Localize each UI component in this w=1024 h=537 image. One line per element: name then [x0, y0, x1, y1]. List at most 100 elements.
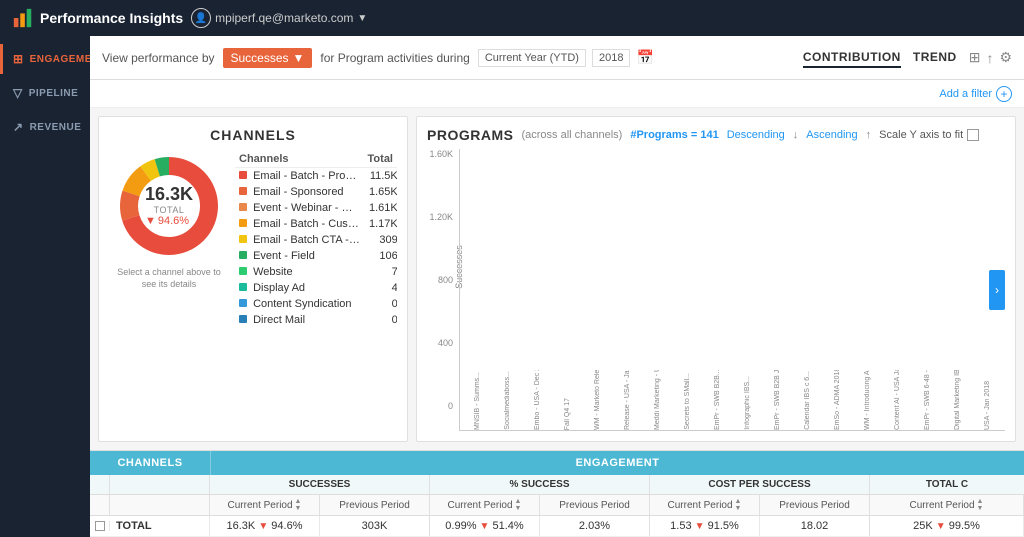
period-cost-current: Current Period ▲▼	[650, 495, 760, 515]
channel-color-dot	[239, 171, 247, 179]
sort-arrows-1[interactable]: ▲▼	[295, 498, 302, 512]
bar-label: MNSIB - Summs...	[474, 372, 481, 430]
user-menu-icon[interactable]: ▼	[357, 13, 367, 24]
sub-channels-header	[110, 475, 210, 494]
channel-data-table: Channels Total	[235, 151, 397, 168]
bar-group[interactable]: WM - Introducing APAC...	[854, 368, 881, 430]
export-icon[interactable]: ↑	[986, 50, 993, 66]
logo-icon	[12, 7, 34, 29]
tab-contribution[interactable]: CONTRIBUTION	[803, 48, 901, 68]
bar-group[interactable]: MNSIB - Summs...	[464, 370, 491, 430]
settings-icon[interactable]: ⚙	[999, 49, 1012, 66]
sidebar: ⊞ ENGAGEMENT ▽ PIPELINE ↗ REVENUE	[0, 36, 90, 537]
ascending-sort[interactable]: Ascending	[806, 129, 857, 141]
bar-group[interactable]: Digital Marketing IBS...	[944, 368, 971, 430]
channel-row[interactable]: Email - Batch CTA - Prospect 309	[235, 232, 397, 248]
scale-label: Scale Y axis to fit	[879, 129, 963, 141]
user-info: 👤 mpiperf.qe@marketo.com ▼	[191, 8, 367, 28]
channel-name: Content Syndication	[253, 298, 351, 310]
bar-label: WM - Introducing APAC...	[864, 370, 871, 430]
period-label: Current Year (YTD)	[478, 49, 586, 67]
tab-trend[interactable]: TREND	[913, 48, 957, 68]
sort-down-icon: ↓	[793, 129, 799, 141]
bar-group[interactable]: Calendar IBS c 6...	[794, 369, 821, 430]
channel-value: 309	[365, 232, 397, 248]
sub-total-header: TOTAL C	[870, 475, 1024, 494]
metric-select[interactable]: Successes ▼	[223, 48, 313, 68]
bar-group[interactable]: WM - Marketo Release...	[584, 368, 611, 430]
bar-group[interactable]: Meddi Marketing - USA...	[644, 368, 671, 430]
bar-group[interactable]: Release - USA - Jan 2018	[614, 368, 641, 430]
programs-title: PROGRAMS	[427, 127, 513, 143]
channel-row[interactable]: Website 7	[235, 264, 397, 280]
donut-pct: 94.6%	[158, 215, 189, 227]
col-header-total: Total	[337, 151, 397, 168]
period-successes-current: Current Period ▲▼	[210, 495, 320, 515]
channel-name: Event - Webinar - Marketo	[253, 202, 365, 214]
sidebar-item-engagement[interactable]: ⊞ ENGAGEMENT	[0, 44, 90, 74]
scale-control: Scale Y axis to fit	[879, 129, 979, 141]
bar-label: Infographic IBS...	[744, 376, 751, 430]
channel-value: 106	[365, 248, 397, 264]
bar-group[interactable]: Socialmediaboss...	[494, 369, 521, 430]
sort-arrows-2[interactable]: ▲▼	[515, 498, 522, 512]
channel-value: 11.5K	[365, 168, 397, 184]
for-label: for Program activities during	[320, 51, 469, 65]
bar-label: EmSo - ADMA 2018...	[834, 370, 841, 430]
bar-group[interactable]: EmPr - SWB B2B...	[704, 368, 731, 430]
channel-name: Email - Batch CTA - Prospect	[253, 234, 365, 246]
sidebar-item-pipeline[interactable]: ▽ PIPELINE	[0, 78, 90, 108]
total-label: TOTAL	[110, 516, 210, 536]
bar-group[interactable]: Infographic IBS...	[734, 374, 761, 430]
channel-row[interactable]: Direct Mail 0	[235, 312, 397, 328]
channel-row[interactable]: Display Ad 4	[235, 280, 397, 296]
period-channels-spacer	[110, 495, 210, 515]
programs-subtitle: (across all channels)	[521, 129, 622, 141]
channel-scroll[interactable]: Email - Batch - Prospect 11.5K Email - S…	[235, 168, 397, 348]
bar-group[interactable]: EmSo - ADMA 2018...	[824, 368, 851, 430]
bar-label: Fall Q4 17	[564, 398, 571, 430]
calendar-icon[interactable]: 📅	[636, 49, 653, 66]
channel-row[interactable]: Email - Sponsored 1.65K	[235, 184, 397, 200]
grid-view-icon[interactable]: ⊞	[969, 49, 981, 66]
channel-color-dot	[239, 203, 247, 211]
bar-group[interactable]: USA - Jan 2018	[974, 379, 1001, 430]
descending-sort[interactable]: Descending	[727, 129, 785, 141]
channel-row[interactable]: Email - Batch - Prospect 11.5K	[235, 168, 397, 184]
add-filter-button[interactable]: +	[996, 86, 1012, 102]
bar-label: EmPr - SWB B2B...	[714, 370, 721, 430]
channel-value: 7	[365, 264, 397, 280]
y-label-0: 0	[427, 401, 453, 411]
channel-color-dot	[239, 283, 247, 291]
scale-checkbox[interactable]	[967, 129, 979, 141]
row-checkbox[interactable]	[95, 521, 105, 531]
user-avatar-icon[interactable]: 👤	[191, 8, 211, 28]
channel-row[interactable]: Content Syndication 0	[235, 296, 397, 312]
sidebar-item-revenue[interactable]: ↗ REVENUE	[0, 112, 90, 142]
channel-value: 1.61K	[365, 200, 397, 216]
sort-arrows-3[interactable]: ▲▼	[735, 498, 742, 512]
bar-group[interactable]: Content AI - USA Jan 2018	[884, 368, 911, 430]
toolbar: View performance by Successes ▼ for Prog…	[90, 36, 1024, 80]
channel-color-dot	[239, 187, 247, 195]
chart-next-button[interactable]: ›	[989, 270, 1005, 310]
pipeline-icon: ▽	[13, 86, 23, 100]
filter-bar: Add a filter +	[90, 80, 1024, 108]
pct-change: 51.4%	[493, 520, 524, 532]
bar-group[interactable]: EmPr - SWB B2B Jan...	[764, 368, 791, 430]
channel-row[interactable]: Email - Batch - Customer 1.17K	[235, 216, 397, 232]
programs-chart-area: 1.60K 1.20K 800 400 0 Successes MNSIB - …	[427, 149, 1005, 431]
logo: Performance Insights	[12, 7, 183, 29]
channel-value: 0	[365, 296, 397, 312]
bar-group[interactable]: Embo - USA - Dec 2017	[524, 368, 551, 430]
bar-group[interactable]: Fall Q4 17	[554, 396, 581, 430]
channel-row[interactable]: Event - Field 106	[235, 248, 397, 264]
bar-group[interactable]: Secrets to SMall...	[674, 371, 701, 430]
metric-dropdown-icon: ▼	[293, 51, 305, 65]
sort-arrows-4[interactable]: ▲▼	[977, 498, 984, 512]
channel-name: Email - Batch - Prospect	[253, 170, 365, 182]
y-axis-labels: 1.60K 1.20K 800 400 0	[427, 149, 457, 411]
channel-row[interactable]: Event - Webinar - Marketo 1.61K	[235, 200, 397, 216]
total-successes-current: 16.3K ▼ 94.6%	[210, 516, 320, 536]
bar-group[interactable]: EmPr - SWB 6-48 - USA...	[914, 368, 941, 430]
